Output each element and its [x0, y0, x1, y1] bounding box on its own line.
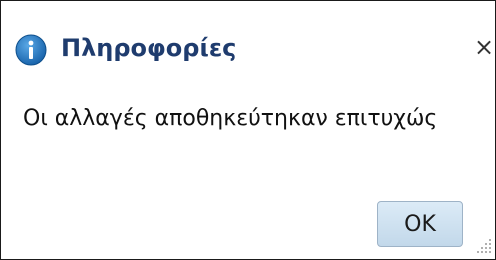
dialog-title-bar: Πληροφορίες ×	[1, 1, 495, 85]
dialog-message: Οι αλλαγές αποθηκεύτηκαν επιτυχώς	[23, 106, 438, 131]
close-button[interactable]: ×	[473, 34, 495, 60]
ok-button[interactable]: OK	[377, 201, 463, 247]
resize-grip-icon[interactable]	[475, 237, 493, 255]
info-dialog: Πληροφορίες × Οι αλλαγές αποθηκεύτηκαν ε…	[0, 0, 496, 260]
dialog-title: Πληροφορίες	[61, 34, 237, 62]
info-icon	[15, 34, 47, 66]
